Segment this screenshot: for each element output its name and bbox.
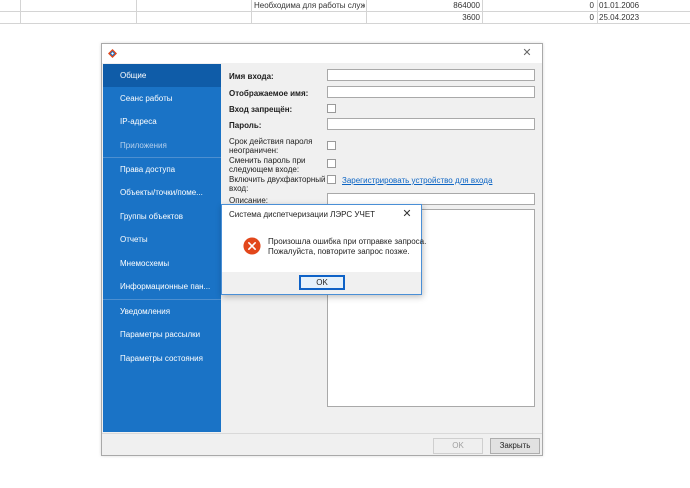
sidebar-item-access-rights[interactable]: Права доступа [103, 158, 221, 181]
login-label: Имя входа: [229, 72, 274, 81]
dialog-titlebar[interactable]: ✕ [102, 44, 542, 63]
sidebar-item-ip-addresses[interactable]: IP-адреса [103, 110, 221, 133]
column-divider [136, 0, 137, 24]
sidebar-item-applications[interactable]: Приложения [103, 134, 221, 157]
ok-button[interactable]: OK [433, 438, 483, 454]
two-factor-label-line: Включить двухфакторный [229, 175, 326, 184]
password-unlimited-label-line: неограничен: [229, 146, 279, 155]
message-box-title: Система диспетчеризации ЛЭРС УЧЕТ [229, 210, 376, 219]
sidebar-item-mailing-settings[interactable]: Параметры рассылки [103, 323, 221, 346]
error-message-line: Произошла ошибка при отправке запроса. [268, 237, 427, 246]
app-logo-icon [108, 49, 117, 58]
table-cell-date: 01.01.2006 [599, 1, 640, 10]
two-factor-label-line: вход: [229, 184, 249, 193]
sidebar-item-general[interactable]: Общие [103, 64, 221, 87]
sidebar-item-object-groups[interactable]: Группы объектов [103, 205, 221, 228]
dialog-footer: OK Закрыть [102, 433, 542, 455]
close-button[interactable]: Закрыть [490, 438, 540, 454]
login-disabled-label: Вход запрещён: [229, 105, 293, 114]
table-cell-value: 0 [589, 1, 594, 10]
register-device-link[interactable]: Зарегистрировать устройство для входа [342, 176, 492, 185]
change-password-label-line: Сменить пароль при [229, 156, 306, 165]
close-icon[interactable]: ✕ [401, 208, 413, 220]
sidebar: Общие Сеанс работы IP-адреса Приложения … [103, 64, 221, 432]
sidebar-item-state-settings[interactable]: Параметры состояния [103, 347, 221, 370]
sidebar-item-reports[interactable]: Отчеты [103, 228, 221, 251]
password-unlimited-label: Срок действия пароля неограничен: [229, 137, 312, 155]
column-divider [251, 0, 252, 24]
password-unlimited-checkbox[interactable] [327, 141, 336, 150]
two-factor-label: Включить двухфакторный вход: [229, 175, 326, 193]
display-name-label: Отображаемое имя: [229, 89, 309, 98]
sidebar-item-session[interactable]: Сеанс работы [103, 87, 221, 110]
sidebar-item-objects[interactable]: Объекты/точки/поме... [103, 181, 221, 204]
login-disabled-checkbox[interactable] [327, 104, 336, 113]
two-factor-checkbox[interactable] [327, 175, 336, 184]
message-box-footer: OK [222, 272, 421, 294]
display-name-input[interactable] [327, 86, 535, 98]
message-box-titlebar[interactable]: Система диспетчеризации ЛЭРС УЧЕТ ✕ [222, 205, 421, 223]
password-input[interactable] [327, 118, 535, 130]
table-cell-value: 3600 [462, 13, 480, 22]
background-table: Необходима для работы службы... 864000 0… [0, 0, 690, 24]
close-icon[interactable]: ✕ [520, 46, 534, 60]
error-message-box: Система диспетчеризации ЛЭРС УЧЕТ ✕ Прои… [221, 204, 426, 295]
sidebar-item-mnemonics[interactable]: Мнемосхемы [103, 252, 221, 275]
change-password-label: Сменить пароль при следующем входе: [229, 156, 305, 174]
table-cell-value: 864000 [453, 1, 480, 10]
error-message-line: Пожалуйста, повторите запрос позже. [268, 247, 410, 256]
error-icon [243, 237, 261, 255]
change-password-checkbox[interactable] [327, 159, 336, 168]
password-unlimited-label-line: Срок действия пароля [229, 137, 313, 146]
error-message: Произошла ошибка при отправке запроса. П… [268, 237, 426, 257]
password-label: Пароль: [229, 121, 262, 130]
change-password-label-line: следующем входе: [229, 165, 300, 174]
table-cell-date: 25.04.2023 [599, 13, 640, 22]
table-cell-description: Необходима для работы службы... [254, 1, 365, 10]
column-divider [20, 0, 21, 24]
message-ok-button[interactable]: OK [299, 275, 345, 290]
table-cell-value: 0 [589, 13, 594, 22]
table-cell-description [254, 12, 365, 24]
column-divider [366, 0, 367, 24]
sidebar-item-info-panels[interactable]: Информационные пан... [103, 275, 221, 298]
column-divider [597, 0, 598, 24]
login-input[interactable] [327, 69, 535, 81]
column-divider [482, 0, 483, 24]
message-box-body: Произошла ошибка при отправке запроса. П… [222, 223, 426, 272]
sidebar-item-notifications[interactable]: Уведомления [103, 300, 221, 323]
